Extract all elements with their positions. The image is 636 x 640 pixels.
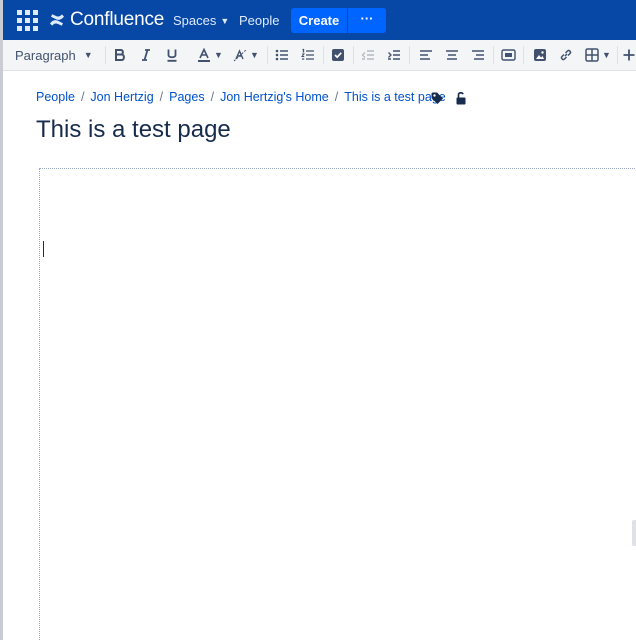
text-style-icon xyxy=(233,49,247,62)
page-title[interactable]: This is a test page xyxy=(36,116,231,144)
breadcrumb-separator: / xyxy=(334,90,339,104)
confluence-logo[interactable]: Confluence xyxy=(49,9,164,31)
create-button[interactable]: Create xyxy=(291,8,347,33)
bold-icon xyxy=(115,49,125,61)
numbered-list-icon xyxy=(301,48,314,60)
toolbar-divider xyxy=(523,46,524,64)
nav-spaces-dropdown[interactable]: Spaces ▼ xyxy=(173,13,229,28)
page-layout-button[interactable] xyxy=(497,44,519,66)
toolbar-divider xyxy=(409,46,410,64)
insert-image-button[interactable] xyxy=(529,44,551,66)
breadcrumb-item-people[interactable]: People xyxy=(36,90,75,104)
indent-icon xyxy=(388,50,400,60)
outdent-button[interactable] xyxy=(357,44,379,66)
align-right-icon xyxy=(472,50,484,60)
chevron-down-icon: ▼ xyxy=(83,50,93,60)
text-color-icon xyxy=(198,48,211,62)
page-layout-icon xyxy=(500,49,516,61)
breadcrumb-separator: / xyxy=(159,90,164,104)
paragraph-style-dropdown[interactable]: Paragraph ▼ xyxy=(15,44,99,66)
app-name: Confluence xyxy=(70,9,165,30)
window-left-edge xyxy=(0,0,3,640)
toolbar-divider xyxy=(105,46,106,64)
underline-button[interactable] xyxy=(161,44,183,66)
align-center-icon xyxy=(446,50,458,60)
breadcrumb-item-home[interactable]: Jon Hertzig's Home xyxy=(220,90,329,104)
chevron-down-icon: ▼ xyxy=(220,15,230,26)
nav-spaces-label: Spaces xyxy=(173,13,217,28)
top-navigation-bar: Confluence Spaces ▼ People Create ··· xyxy=(3,0,636,40)
create-more-button[interactable]: ··· xyxy=(348,8,386,33)
toolbar-divider xyxy=(267,46,268,64)
editor-content-area[interactable] xyxy=(39,168,636,640)
bullet-list-button[interactable] xyxy=(271,44,293,66)
nav-people-link[interactable]: People xyxy=(239,13,279,28)
breadcrumb: People / Jon Hertzig / Pages / Jon Hertz… xyxy=(36,90,446,104)
align-center-button[interactable] xyxy=(441,44,463,66)
task-list-icon xyxy=(332,49,344,61)
confluence-logo-icon xyxy=(50,14,64,26)
breadcrumb-separator: / xyxy=(80,90,85,104)
label-icon[interactable] xyxy=(430,91,444,105)
toolbar-divider xyxy=(323,46,324,64)
restrictions-unlocked-icon[interactable] xyxy=(454,91,468,105)
insert-link-button[interactable] xyxy=(555,44,577,66)
task-list-button[interactable] xyxy=(327,44,349,66)
nav-people-label: People xyxy=(239,13,280,28)
underline-icon xyxy=(167,49,177,62)
numbered-list-button[interactable] xyxy=(297,44,319,66)
toolbar-divider xyxy=(353,46,354,64)
bold-button[interactable] xyxy=(109,44,131,66)
chevron-down-icon: ▼ xyxy=(214,50,223,60)
apps-grid-icon[interactable] xyxy=(17,10,38,31)
chevron-down-icon: ▼ xyxy=(250,50,259,60)
text-cursor xyxy=(43,241,44,257)
table-icon xyxy=(585,48,599,62)
italic-icon xyxy=(142,49,150,61)
confluence-editor-window: Confluence Spaces ▼ People Create ··· Pa… xyxy=(0,0,636,640)
toolbar-divider xyxy=(493,46,494,64)
text-color-dropdown[interactable]: ▼ xyxy=(193,44,227,66)
editor-toolbar: Paragraph ▼ ▼ ▼ ▼ xyxy=(3,40,636,71)
bullet-list-icon xyxy=(275,49,288,61)
paragraph-style-label: Paragraph xyxy=(15,47,76,63)
text-style-dropdown[interactable]: ▼ xyxy=(229,44,263,66)
chevron-down-icon: ▼ xyxy=(602,50,611,60)
indent-button[interactable] xyxy=(383,44,405,66)
toolbar-divider xyxy=(617,46,618,64)
breadcrumb-item-jon-hertzig[interactable]: Jon Hertzig xyxy=(90,90,153,104)
italic-button[interactable] xyxy=(135,44,157,66)
align-right-button[interactable] xyxy=(467,44,489,66)
align-left-icon xyxy=(420,50,432,60)
breadcrumb-item-pages[interactable]: Pages xyxy=(169,90,204,104)
insert-table-dropdown[interactable]: ▼ xyxy=(583,44,613,66)
scroll-handle[interactable] xyxy=(632,520,636,546)
breadcrumb-separator: / xyxy=(210,90,215,104)
insert-more-icon xyxy=(623,49,635,61)
align-left-button[interactable] xyxy=(415,44,437,66)
image-icon xyxy=(534,49,546,61)
insert-more-button[interactable] xyxy=(621,44,636,66)
outdent-icon xyxy=(361,50,374,60)
link-icon xyxy=(560,49,572,61)
